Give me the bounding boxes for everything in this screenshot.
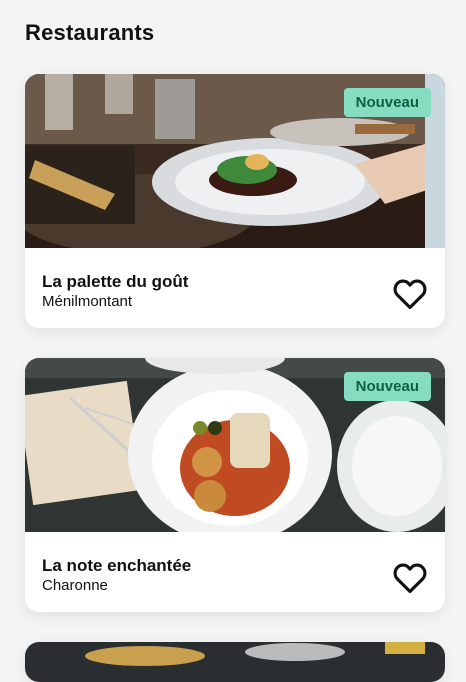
heart-outline-icon[interactable]	[393, 562, 427, 594]
restaurant-photo: Nouveau	[25, 74, 445, 248]
restaurant-photo	[25, 642, 445, 682]
restaurant-area: Ménilmontant	[42, 293, 133, 310]
heart-outline-icon[interactable]	[393, 278, 427, 310]
restaurant-name: La note enchantée	[42, 556, 192, 575]
new-badge: Nouveau	[343, 88, 431, 117]
new-badge: Nouveau	[343, 372, 431, 401]
restaurant-area: Charonne	[42, 577, 108, 594]
restaurant-card[interactable]	[25, 642, 445, 682]
restaurant-card[interactable]: Nouveau La note enchantée Charonne	[25, 358, 445, 612]
restaurant-card[interactable]: Nouveau La palette du goût Ménilmontant	[25, 74, 445, 328]
restaurant-name: La palette du goût	[42, 272, 189, 291]
restaurant-photo: Nouveau	[25, 358, 445, 532]
page-title: Restaurants	[25, 20, 155, 45]
